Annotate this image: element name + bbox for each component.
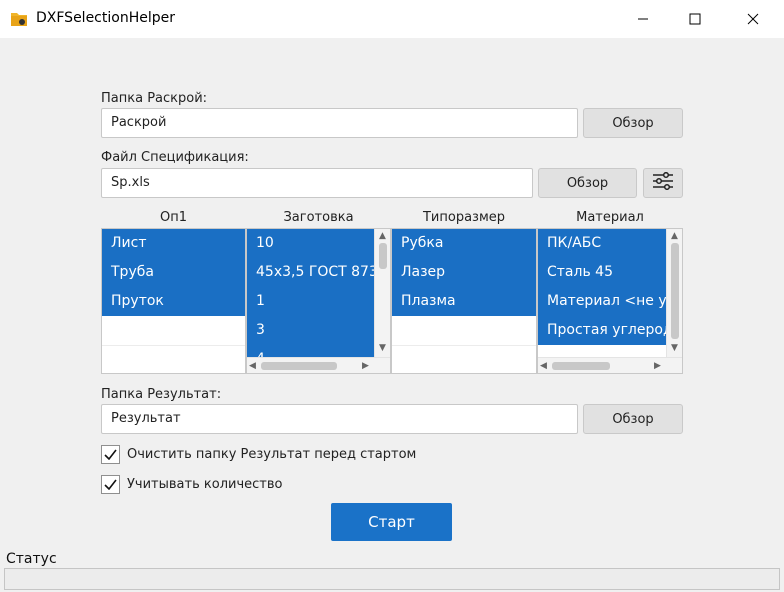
result-browse-button[interactable]: Обзор (583, 404, 683, 434)
settings-button[interactable] (643, 168, 683, 198)
list-item[interactable]: 4 (247, 345, 375, 357)
list-item[interactable]: 45х3,5 ГОСТ 8732 (247, 258, 375, 287)
scroll-down-icon[interactable]: ▼ (379, 343, 386, 353)
list-item[interactable]: Материал <не указан> (538, 287, 666, 316)
scroll-down-icon[interactable]: ▼ (671, 343, 678, 353)
check-icon (104, 479, 117, 490)
list-item[interactable]: 10 (247, 229, 375, 258)
close-button[interactable] (728, 0, 778, 38)
horizontal-scrollbar[interactable]: ◀ ▶ (247, 357, 390, 373)
tiporazmer-header: Типоразмер (422, 210, 506, 225)
scroll-left-icon[interactable]: ◀ (249, 361, 256, 371)
maximize-button[interactable] (670, 0, 720, 38)
list-item[interactable]: Лист (102, 229, 245, 258)
vertical-scrollbar[interactable]: ▲ ▼ (666, 229, 682, 357)
check-icon (104, 449, 117, 460)
op1-header: Оп1 (159, 210, 187, 225)
clear-result-checkbox[interactable] (101, 445, 120, 464)
count-checkbox[interactable] (101, 475, 120, 494)
count-option[interactable]: Учитывать количество (101, 475, 282, 494)
spec-label: Файл Спецификация: (101, 150, 249, 165)
result-field[interactable]: Результат (101, 404, 578, 434)
count-label: Учитывать количество (127, 477, 283, 492)
sliders-icon (652, 171, 674, 194)
material-header: Материал (576, 210, 644, 225)
scroll-thumb[interactable] (552, 362, 610, 370)
status-bar (4, 568, 780, 590)
spec-field[interactable]: Sp.xls (101, 168, 533, 198)
start-button[interactable]: Старт (331, 503, 452, 541)
clear-result-option[interactable]: Очистить папку Результат перед стартом (101, 445, 416, 464)
title-bar: DXFSelectionHelper (0, 0, 784, 38)
folder-icon (10, 10, 28, 28)
tiporazmer-list[interactable]: Рубка Лазер Плазма (391, 228, 537, 374)
raskroy-browse-button[interactable]: Обзор (583, 108, 683, 138)
material-list[interactable]: ПК/АБС Сталь 45 Материал <не указан> Про… (537, 228, 683, 374)
clear-result-label: Очистить папку Результат перед стартом (127, 447, 417, 462)
list-item[interactable]: Пруток (102, 287, 245, 316)
list-item[interactable]: Плазма (392, 287, 536, 316)
window-title: DXFSelectionHelper (36, 10, 175, 26)
scroll-right-icon[interactable]: ▶ (654, 361, 661, 371)
row-divider (102, 345, 245, 346)
zagotovka-header: Заготовка (283, 210, 354, 225)
list-item[interactable]: Лазер (392, 258, 536, 287)
list-item[interactable]: 3 (247, 316, 375, 345)
row-divider (392, 345, 536, 346)
scroll-thumb[interactable] (379, 243, 387, 269)
scroll-up-icon[interactable]: ▲ (379, 231, 386, 241)
vertical-scrollbar[interactable]: ▲ ▼ (374, 229, 390, 357)
status-label: Статус (6, 551, 57, 567)
raskroy-label: Папка Раскрой: (101, 91, 208, 106)
scroll-up-icon[interactable]: ▲ (671, 231, 678, 241)
zagotovka-list[interactable]: 10 45х3,5 ГОСТ 8732 1 3 4 ▲ ▼ ◀ ▶ (246, 228, 391, 374)
list-item[interactable]: Простая углеродистая (538, 316, 666, 345)
list-item[interactable]: ПК/АБС (538, 229, 666, 258)
list-item[interactable]: 1 (247, 287, 375, 316)
horizontal-scrollbar[interactable]: ◀ ▶ (538, 357, 682, 373)
list-item[interactable]: Рубка (392, 229, 536, 258)
scroll-left-icon[interactable]: ◀ (540, 361, 547, 371)
list-item[interactable]: Труба (102, 258, 245, 287)
result-label: Папка Результат: (101, 387, 222, 402)
scroll-right-icon[interactable]: ▶ (362, 361, 369, 371)
scroll-thumb[interactable] (671, 243, 679, 339)
list-item[interactable]: Сталь 45 (538, 258, 666, 287)
minimize-button[interactable] (618, 0, 668, 38)
scroll-thumb[interactable] (261, 362, 337, 370)
raskroy-field[interactable]: Раскрой (101, 108, 578, 138)
op1-list[interactable]: Лист Труба Пруток (101, 228, 246, 374)
spec-browse-button[interactable]: Обзор (538, 168, 637, 198)
